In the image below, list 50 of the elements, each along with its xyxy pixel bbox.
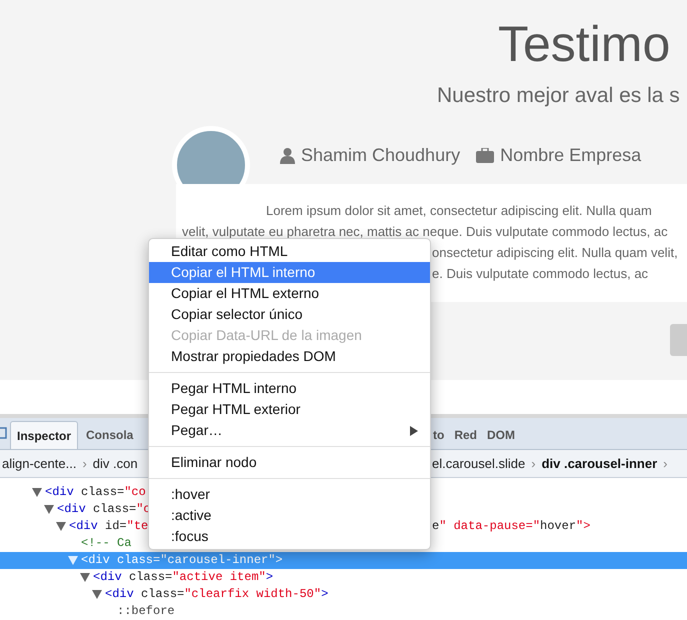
expand-arrow-icon[interactable] <box>80 573 90 582</box>
expand-arrow-icon[interactable] <box>44 505 54 514</box>
page-subtitle: Nuestro mejor aval es la s <box>437 84 680 107</box>
html-code-text: <div class="carousel-inner"> <box>81 553 283 568</box>
html-comment-text: <!-- Ca <box>81 536 132 551</box>
breadcrumb-separator: › <box>82 454 87 473</box>
breadcrumb-item[interactable]: div .carousel-inner <box>542 454 658 474</box>
menu-item[interactable]: Copiar el HTML interno <box>149 262 430 283</box>
briefcase-icon <box>476 148 494 162</box>
testimonial-text: Lorem ipsum dolor sit amet, consectetur adipiscing elit. Nulla quam <box>265 202 653 220</box>
html-code-text: <div class="co <box>45 485 146 500</box>
breadcrumb-separator: › <box>531 454 536 473</box>
html-code-text: e" data-pause="hover"> <box>432 519 590 533</box>
html-code-text: ::before <box>117 604 175 619</box>
expand-arrow-icon[interactable] <box>68 556 78 565</box>
author-name: Shamim Choudhury <box>301 144 460 167</box>
html-code-text: <div class="clearfix width-50"> <box>105 587 328 602</box>
expand-arrow-icon[interactable] <box>56 522 66 531</box>
breadcrumb-separator: › <box>663 454 668 473</box>
menu-item[interactable]: :hover <box>149 484 430 505</box>
devtools-tab[interactable]: Red <box>454 421 477 449</box>
devtools-tab[interactable]: Inspector <box>10 421 78 449</box>
element-picker-icon[interactable] <box>0 427 8 441</box>
menu-item[interactable]: :focus <box>149 526 430 547</box>
company-name: Nombre Empresa <box>500 144 642 167</box>
menu-item[interactable]: Pegar… <box>149 420 430 441</box>
breadcrumb-item[interactable]: el.carousel.slide <box>432 454 526 474</box>
devtools-tab[interactable]: Consola <box>80 421 140 449</box>
submenu-arrow-icon <box>410 426 418 436</box>
person-icon <box>280 146 295 164</box>
menu-item[interactable]: Eliminar nodo <box>149 452 430 473</box>
expand-arrow-icon[interactable] <box>92 590 102 599</box>
breadcrumb-item[interactable]: align-cente... <box>2 454 76 474</box>
menu-item[interactable]: Editar como HTML <box>149 241 430 262</box>
page-title: Testimo <box>498 16 670 72</box>
menu-item[interactable]: :active <box>149 505 430 526</box>
expand-arrow-icon[interactable] <box>32 488 42 497</box>
menu-item[interactable]: Mostrar propiedades DOM <box>149 346 430 367</box>
html-code-text: <div id="te <box>69 519 148 534</box>
devtools-tab[interactable]: to <box>433 421 444 449</box>
testimonial-text: e. Duis vulputate commodo lectus, ac <box>432 266 648 281</box>
menu-item[interactable]: Copiar selector único <box>149 304 430 325</box>
html-code-text: <div class="active item"> <box>93 570 274 585</box>
menu-item[interactable]: Copiar el HTML externo <box>149 283 430 304</box>
menu-item[interactable]: Pegar HTML interno <box>149 378 430 399</box>
breadcrumb-item[interactable]: div .con <box>92 454 138 474</box>
testimonial-text: onsectetur adipiscing elit. Nulla quam velit, <box>432 245 678 260</box>
devtools-tab[interactable]: DOM <box>487 421 515 449</box>
testimonial-text: velit, vulputate eu pharetra nec, mattis ac neque. Duis vulputate commodo lectus, ac <box>181 223 669 241</box>
menu-item[interactable]: Pegar HTML exterior <box>149 399 430 420</box>
